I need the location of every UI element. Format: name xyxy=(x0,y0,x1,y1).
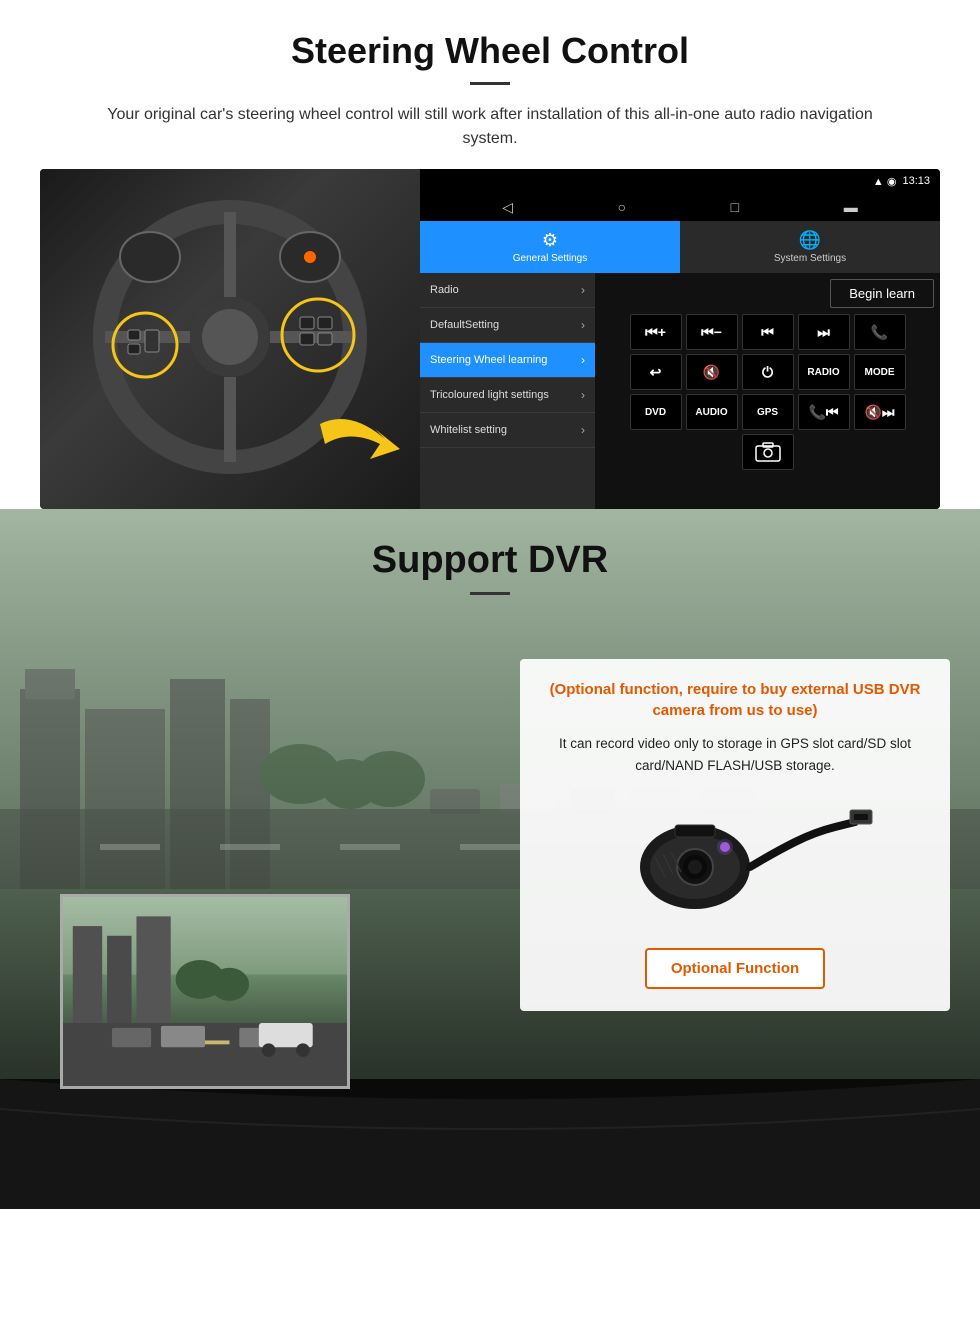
begin-learn-button[interactable]: Begin learn xyxy=(830,279,934,308)
android-nav: ◁ ○ □ ▬ xyxy=(420,193,940,221)
dvr-description: It can record video only to storage in G… xyxy=(542,733,928,776)
android-tabs: ⚙ General Settings 🌐 System Settings xyxy=(420,221,940,273)
menu-tricoloured-label: Tricoloured light settings xyxy=(430,389,549,401)
dvr-title: Support DVR xyxy=(0,539,980,582)
nav-recents-icon[interactable]: □ xyxy=(731,199,739,215)
menu-whitelist-label: Whitelist setting xyxy=(430,424,507,436)
menu-content: Radio › DefaultSetting › Steering Wheel … xyxy=(420,273,940,509)
menu-item-default[interactable]: DefaultSetting › xyxy=(420,308,595,343)
menu-item-whitelist[interactable]: Whitelist setting › xyxy=(420,413,595,448)
chevron-icon: › xyxy=(581,318,585,332)
mute-next-button[interactable]: 🔇⏭ xyxy=(854,394,906,430)
control-row-4 xyxy=(601,434,934,470)
menu-item-steering[interactable]: Steering Wheel learning › xyxy=(420,343,595,378)
mute-button[interactable]: 🔇 xyxy=(686,354,738,390)
tab-general-label: General Settings xyxy=(513,253,588,264)
dvr-camera-image xyxy=(595,792,875,932)
dvd-button[interactable]: DVD xyxy=(630,394,682,430)
back-button[interactable]: ↩ xyxy=(630,354,682,390)
chevron-icon: › xyxy=(581,423,585,437)
next-track-button[interactable]: ⏭ xyxy=(798,314,850,350)
dvr-info-box: (Optional function, require to buy exter… xyxy=(520,659,950,1011)
menu-radio-label: Radio xyxy=(430,284,459,296)
steering-photo xyxy=(40,169,420,509)
thumbnail-scene xyxy=(63,897,347,1086)
chevron-icon: › xyxy=(581,353,585,367)
steering-description: Your original car's steering wheel contr… xyxy=(80,103,900,151)
chevron-icon: › xyxy=(581,388,585,402)
nav-menu-icon[interactable]: ▬ xyxy=(844,199,858,215)
phone-button[interactable]: 📞 xyxy=(854,314,906,350)
menu-steering-label: Steering Wheel learning xyxy=(430,354,547,366)
dvr-camera-svg xyxy=(595,792,875,932)
steering-bg xyxy=(40,169,420,509)
dvr-title-area: Support DVR xyxy=(0,509,980,595)
radio-button[interactable]: RADIO xyxy=(798,354,850,390)
steering-section: Steering Wheel Control Your original car… xyxy=(0,0,980,509)
control-panel: Begin learn ⏮+ ⏮− ⏮ ⏭ 📞 ↩ 🔇 ⏻ xyxy=(595,273,940,509)
gear-icon: ⚙ xyxy=(542,230,558,251)
prev-track-button[interactable]: ⏮ xyxy=(742,314,794,350)
steering-composite: ▲ ◉ 13:13 ◁ ○ □ ▬ ⚙ General Settings 🌐 S… xyxy=(40,169,940,509)
menu-item-tricoloured[interactable]: Tricoloured light settings › xyxy=(420,378,595,413)
camera-button[interactable] xyxy=(742,434,794,470)
begin-learn-row: Begin learn xyxy=(601,279,934,308)
dvr-section: Support DVR xyxy=(0,509,980,1209)
tab-system-label: System Settings xyxy=(774,253,846,264)
vol-plus-button[interactable]: ⏮+ xyxy=(630,314,682,350)
camera-icon xyxy=(754,441,782,463)
audio-button[interactable]: AUDIO xyxy=(686,394,738,430)
steering-title: Steering Wheel Control xyxy=(40,30,940,72)
arrow-indicator xyxy=(310,404,410,479)
power-button[interactable]: ⏻ xyxy=(742,354,794,390)
nav-back-icon[interactable]: ◁ xyxy=(502,199,513,216)
tab-system-settings[interactable]: 🌐 System Settings xyxy=(680,221,940,273)
optional-function-button[interactable]: Optional Function xyxy=(645,948,825,989)
chevron-icon: › xyxy=(581,283,585,297)
menu-item-radio[interactable]: Radio › xyxy=(420,273,595,308)
nav-home-icon[interactable]: ○ xyxy=(618,199,626,215)
menu-default-label: DefaultSetting xyxy=(430,319,499,331)
dvr-optional-text: (Optional function, require to buy exter… xyxy=(542,679,928,721)
status-icons: ▲ ◉ xyxy=(873,175,897,188)
dvr-scene: Support DVR xyxy=(0,509,980,1209)
tel-prev-button[interactable]: 📞⏮ xyxy=(798,394,850,430)
dashboard-svg xyxy=(0,1079,980,1209)
title-divider xyxy=(470,82,510,85)
menu-list: Radio › DefaultSetting › Steering Wheel … xyxy=(420,273,595,509)
dvr-thumbnail xyxy=(60,894,350,1089)
dvr-thumbnail-inner xyxy=(63,897,347,1086)
system-icon: 🌐 xyxy=(799,230,821,251)
android-statusbar: ▲ ◉ 13:13 xyxy=(420,169,940,193)
vol-minus-button[interactable]: ⏮− xyxy=(686,314,738,350)
gps-button[interactable]: GPS xyxy=(742,394,794,430)
yellow-arrow-svg xyxy=(310,404,410,474)
status-time: 13:13 xyxy=(902,175,930,187)
control-row-2: ↩ 🔇 ⏻ RADIO MODE xyxy=(601,354,934,390)
dvr-background: Support DVR xyxy=(0,509,980,1209)
dvr-title-divider xyxy=(470,592,510,595)
control-row-1: ⏮+ ⏮− ⏮ ⏭ 📞 xyxy=(601,314,934,350)
control-row-3: DVD AUDIO GPS 📞⏮ 🔇⏭ xyxy=(601,394,934,430)
android-panel: ▲ ◉ 13:13 ◁ ○ □ ▬ ⚙ General Settings 🌐 S… xyxy=(420,169,940,509)
tab-general-settings[interactable]: ⚙ General Settings xyxy=(420,221,680,273)
mode-button[interactable]: MODE xyxy=(854,354,906,390)
dashboard-area xyxy=(0,1079,980,1209)
